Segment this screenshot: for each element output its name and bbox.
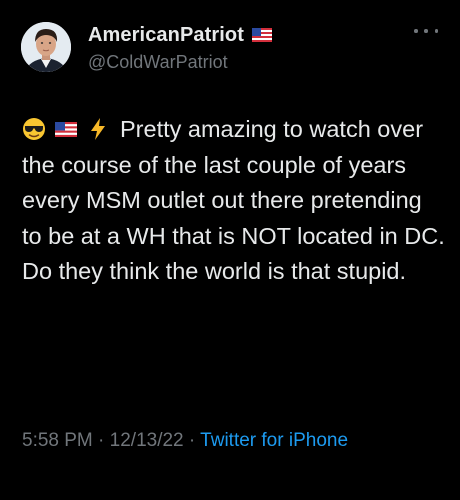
tweet-meta: 5:58 PM · 12/13/22 · Twitter for iPhone	[22, 425, 442, 456]
high-voltage-icon	[86, 116, 110, 140]
tweet-card: AmericanPatriot @ColdWarPatriot Pretty a…	[0, 0, 460, 500]
tweet-time[interactable]: 5:58 PM	[22, 430, 93, 451]
more-dot	[414, 29, 418, 33]
avatar[interactable]	[21, 22, 71, 72]
more-options-icon[interactable]	[414, 24, 438, 38]
meta-separator: ·	[98, 430, 105, 451]
tweet-text: Pretty amazing to watch over the course …	[22, 112, 447, 290]
author-block[interactable]: AmericanPatriot @ColdWarPatriot	[88, 23, 272, 73]
tweet-body: Pretty amazing to watch over the course …	[22, 116, 445, 284]
emoji-row	[22, 116, 110, 140]
tweet-source-link[interactable]: Twitter for iPhone	[200, 430, 348, 451]
us-flag-icon	[252, 28, 272, 42]
tweet-date[interactable]: 12/13/22	[110, 430, 184, 451]
handle[interactable]: @ColdWarPatriot	[88, 52, 272, 73]
more-dot	[434, 29, 438, 33]
us-flag-icon	[54, 116, 78, 140]
smiling-face-with-sunglasses-icon	[22, 116, 46, 140]
display-name[interactable]: AmericanPatriot	[88, 24, 244, 47]
meta-separator: ·	[188, 430, 196, 451]
display-name-row: AmericanPatriot	[88, 23, 272, 47]
avatar-image	[21, 22, 71, 72]
more-dot	[424, 29, 428, 33]
